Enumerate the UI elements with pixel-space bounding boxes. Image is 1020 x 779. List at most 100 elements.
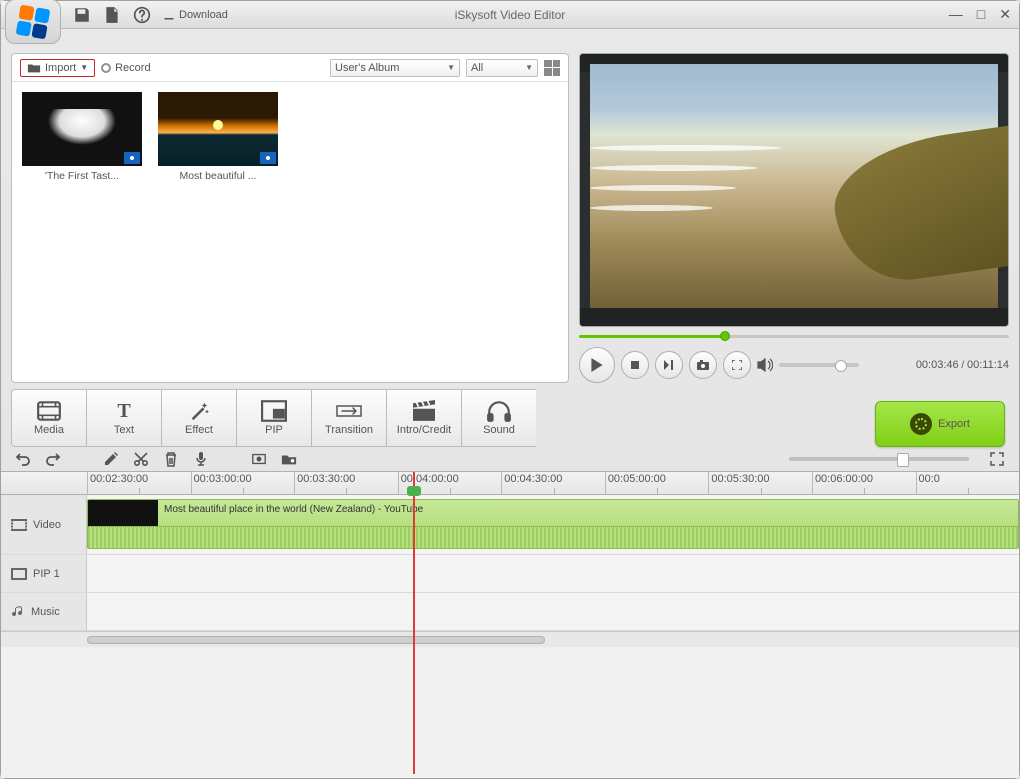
record-icon — [101, 63, 111, 73]
tab-transition[interactable]: Transition — [311, 389, 386, 447]
record-button[interactable]: Record — [101, 62, 150, 74]
text-icon: T — [111, 400, 137, 422]
playhead[interactable] — [413, 472, 415, 774]
timeline-ruler[interactable]: 00:02:30:0000:03:00:0000:03:30:0000:04:0… — [1, 471, 1019, 495]
preview-time: 00:03:46 / 00:11:14 — [916, 359, 1009, 371]
tab-media[interactable]: Media — [11, 389, 86, 447]
download-label: Download — [179, 9, 228, 21]
film-icon — [11, 568, 27, 580]
transition-icon — [336, 400, 362, 422]
crop-icon[interactable] — [251, 451, 267, 467]
album-value: User's Album — [335, 62, 399, 74]
tab-intro-credit[interactable]: Intro/Credit — [386, 389, 461, 447]
volume-slider[interactable] — [779, 363, 859, 367]
tab-label: Text — [114, 424, 134, 436]
clip-title: Most beautiful place in the world (New Z… — [164, 504, 423, 515]
download-button[interactable]: Download — [163, 9, 228, 21]
undo-icon[interactable] — [15, 451, 31, 467]
media-item[interactable]: Most beautiful ... — [158, 92, 278, 182]
ruler-tick: 00:02:30:00 — [87, 472, 191, 494]
wand-icon — [186, 400, 212, 422]
pip-track: PIP 1 — [1, 555, 1019, 593]
film-icon — [11, 519, 27, 531]
track-label[interactable]: PIP 1 — [1, 555, 87, 592]
help-icon[interactable] — [133, 6, 151, 24]
tab-effect[interactable]: Effect — [161, 389, 236, 447]
fullscreen-button[interactable] — [723, 351, 751, 379]
media-thumb — [22, 92, 142, 166]
ruler-tick: 00:04:30:00 — [501, 472, 605, 494]
settings-folder-icon[interactable] — [281, 451, 297, 467]
media-item-label: 'The First Tast... — [22, 170, 142, 182]
stop-button[interactable] — [621, 351, 649, 379]
preview-panel: 00:03:46 / 00:11:14 — [579, 53, 1009, 383]
playhead-handle[interactable] — [407, 486, 421, 496]
export-button[interactable]: Export — [875, 401, 1005, 447]
play-button[interactable] — [579, 347, 615, 383]
film-reel-icon — [910, 413, 932, 435]
track-label[interactable]: Video — [1, 495, 87, 554]
media-item[interactable]: 'The First Tast... — [22, 92, 142, 182]
clapper-icon — [411, 400, 437, 422]
import-label: Import — [45, 62, 76, 74]
title-bar: Download iSkysoft Video Editor — □ ✕ — [1, 1, 1019, 29]
ruler-tick: 00:05:30:00 — [708, 472, 812, 494]
cut-icon[interactable] — [133, 451, 149, 467]
track-label[interactable]: Music — [1, 593, 87, 630]
volume-icon[interactable] — [757, 358, 773, 372]
headphones-icon — [486, 400, 512, 422]
video-clip[interactable]: Most beautiful place in the world (New Z… — [87, 499, 1019, 549]
clip-audio-waveform — [88, 526, 1018, 548]
media-thumb — [158, 92, 278, 166]
track-body[interactable]: Most beautiful place in the world (New Z… — [87, 495, 1019, 554]
filter-dropdown[interactable]: All ▼ — [466, 59, 538, 77]
tab-label: Intro/Credit — [397, 424, 451, 436]
tab-label: Effect — [185, 424, 213, 436]
media-icon — [36, 400, 62, 422]
tab-text[interactable]: T Text — [86, 389, 161, 447]
preview-controls: 00:03:46 / 00:11:14 — [579, 347, 1009, 383]
ruler-tick: 00:05:00:00 — [605, 472, 709, 494]
edit-icon[interactable] — [103, 451, 119, 467]
step-forward-button[interactable] — [655, 351, 683, 379]
save-icon[interactable] — [73, 6, 91, 24]
delete-icon[interactable] — [163, 451, 179, 467]
chevron-down-icon: ▼ — [525, 63, 533, 72]
voiceover-icon[interactable] — [193, 451, 209, 467]
ruler-tick: 00:06:00:00 — [812, 472, 916, 494]
zoom-slider[interactable] — [789, 457, 969, 461]
ruler-tick: 00:03:30:00 — [294, 472, 398, 494]
ruler-tick: 00:03:00:00 — [191, 472, 295, 494]
tool-tabs: Media T Text Effect PIP Transition Intro… — [1, 389, 1019, 447]
tab-label: PIP — [265, 424, 283, 436]
music-track: Music — [1, 593, 1019, 631]
tab-label: Transition — [325, 424, 373, 436]
video-track: Video Most beautiful place in the world … — [1, 495, 1019, 555]
app-window: Download iSkysoft Video Editor — □ ✕ Imp… — [0, 0, 1020, 779]
filter-value: All — [471, 62, 483, 74]
new-file-icon[interactable] — [103, 6, 121, 24]
video-badge-icon — [124, 152, 140, 164]
tab-pip[interactable]: PIP — [236, 389, 311, 447]
track-body[interactable] — [87, 555, 1019, 592]
album-dropdown[interactable]: User's Album ▼ — [330, 59, 460, 77]
pip-icon — [261, 400, 287, 422]
timeline-tracks: Video Most beautiful place in the world … — [1, 495, 1019, 778]
track-body[interactable] — [87, 593, 1019, 630]
record-label: Record — [115, 62, 150, 74]
zoom-fit-icon[interactable] — [989, 451, 1005, 467]
maximize-button[interactable]: □ — [977, 6, 985, 23]
preview-progress[interactable] — [579, 331, 1009, 341]
view-grid-icon[interactable] — [544, 60, 560, 76]
minimize-button[interactable]: — — [949, 6, 963, 23]
chevron-down-icon: ▼ — [80, 63, 88, 72]
close-button[interactable]: ✕ — [999, 6, 1011, 23]
redo-icon[interactable] — [45, 451, 61, 467]
tab-sound[interactable]: Sound — [461, 389, 536, 447]
snapshot-button[interactable] — [689, 351, 717, 379]
preview-screen[interactable] — [579, 53, 1009, 327]
export-label: Export — [938, 418, 970, 430]
music-icon — [11, 605, 25, 619]
import-button[interactable]: Import ▼ — [20, 59, 95, 77]
timeline-scrollbar[interactable] — [1, 631, 1019, 647]
